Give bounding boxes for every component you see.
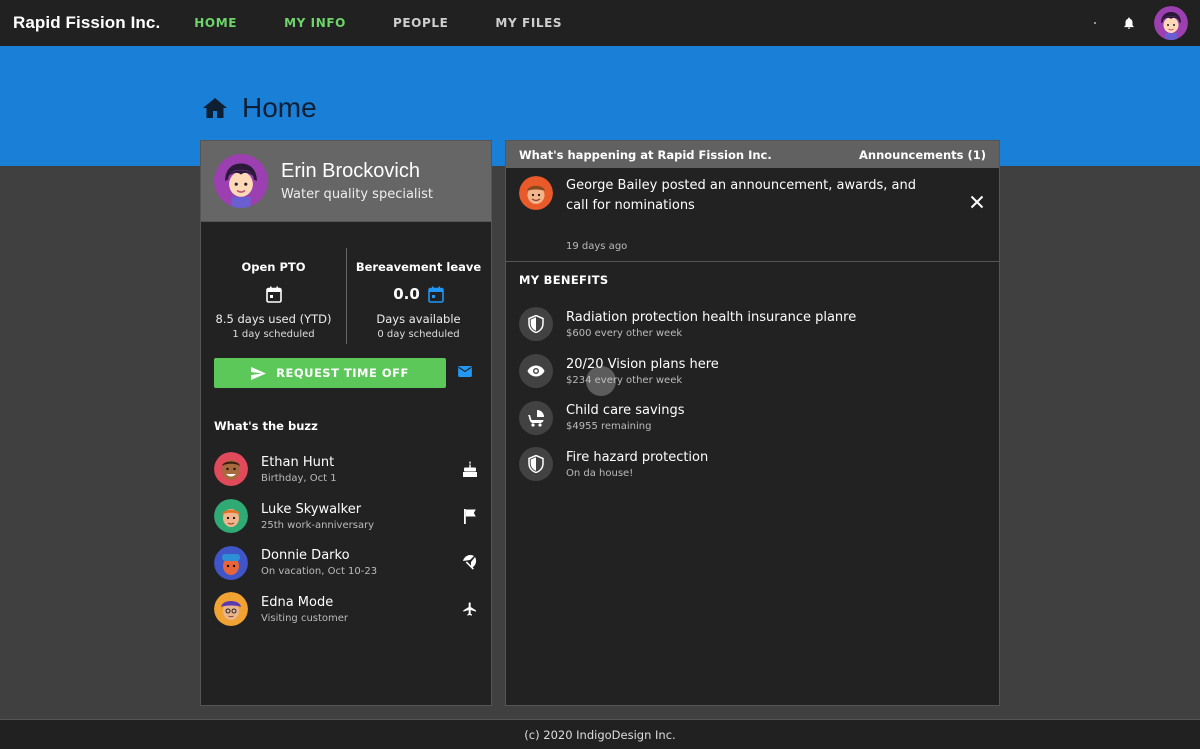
benefit-name: 20/20 Vision plans here bbox=[566, 356, 719, 372]
shield-icon bbox=[519, 447, 553, 482]
benefits-title: MY BENEFITS bbox=[519, 273, 609, 287]
main-nav: HOME MY INFO PEOPLE MY FILES bbox=[194, 16, 609, 30]
buzz-title: What's the buzz bbox=[214, 419, 318, 433]
announcement-item[interactable]: George Bailey posted an announcement, aw… bbox=[506, 168, 999, 262]
close-icon[interactable] bbox=[970, 195, 984, 209]
open-pto-title: Open PTO bbox=[241, 260, 306, 274]
list-item[interactable]: Edna Mode Visiting customer bbox=[214, 586, 478, 633]
buzz-detail: Birthday, Oct 1 bbox=[261, 472, 337, 484]
nav-my-info[interactable]: MY INFO bbox=[284, 16, 346, 30]
pto-summary: Open PTO 8.5 days used (YTD) 1 day sched… bbox=[201, 248, 491, 344]
calendar-icon bbox=[265, 286, 282, 303]
happening-header: What's happening at Rapid Fission Inc. A… bbox=[506, 141, 999, 168]
profile-card: Erin Brockovich Water quality specialist… bbox=[200, 140, 492, 706]
open-pto-used: 8.5 days used (YTD) bbox=[215, 312, 332, 326]
open-pto: Open PTO 8.5 days used (YTD) 1 day sched… bbox=[201, 248, 346, 344]
buzz-detail: 25th work-anniversary bbox=[261, 519, 375, 531]
beach-umbrella-icon bbox=[462, 554, 478, 570]
bereavement-available: Days available bbox=[376, 312, 461, 326]
nav-home[interactable]: HOME bbox=[194, 16, 237, 30]
buzz-detail: Visiting customer bbox=[261, 612, 349, 624]
buzz-name: Donnie Darko bbox=[261, 548, 350, 564]
page-header: Home bbox=[202, 92, 317, 124]
brand-name[interactable]: Rapid Fission Inc. bbox=[13, 13, 160, 33]
list-item[interactable]: Radiation protection health insurance pl… bbox=[519, 301, 856, 348]
buzz-list: Ethan Hunt Birthday, Oct 1 Luke Skywalke… bbox=[214, 446, 478, 633]
mail-icon[interactable] bbox=[458, 366, 472, 377]
nav-my-files[interactable]: MY FILES bbox=[495, 16, 562, 30]
list-item[interactable]: Child care savings $4955 remaining bbox=[519, 394, 856, 441]
announcement-time: 19 days ago bbox=[566, 241, 628, 252]
page-title: Home bbox=[242, 92, 317, 123]
home-icon bbox=[202, 97, 228, 119]
send-icon bbox=[251, 366, 276, 380]
pto-divider bbox=[346, 248, 347, 344]
user-avatar[interactable] bbox=[1154, 6, 1188, 40]
top-navbar: Rapid Fission Inc. HOME MY INFO PEOPLE M… bbox=[0, 0, 1200, 46]
list-item[interactable]: Fire hazard protection On da house! bbox=[519, 441, 856, 488]
shield-icon bbox=[519, 307, 553, 342]
list-item[interactable]: 20/20 Vision plans here $234 every other… bbox=[519, 348, 856, 395]
happening-title: What's happening at Rapid Fission Inc. bbox=[519, 147, 772, 162]
nav-people[interactable]: PEOPLE bbox=[393, 16, 448, 30]
profile-name: Erin Brockovich bbox=[281, 160, 420, 182]
list-item[interactable]: Donnie Darko On vacation, Oct 10-23 bbox=[214, 539, 478, 586]
benefits-list: Radiation protection health insurance pl… bbox=[519, 301, 856, 488]
notifications-bell-icon[interactable] bbox=[1122, 16, 1136, 30]
airplane-icon bbox=[462, 601, 478, 617]
bereavement-title: Bereavement leave bbox=[355, 260, 482, 274]
benefit-detail: $4955 remaining bbox=[566, 421, 652, 433]
avatar bbox=[214, 545, 248, 580]
request-time-off-button[interactable]: REQUEST TIME OFF bbox=[214, 358, 446, 388]
bereavement-leave: Bereavement leave 0.0 Days available 0 d… bbox=[346, 248, 491, 344]
calendar-icon[interactable] bbox=[427, 286, 444, 303]
avatar bbox=[214, 452, 248, 487]
avatar bbox=[214, 592, 248, 627]
footer: (c) 2020 IndigoDesign Inc. bbox=[0, 719, 1200, 749]
cursor-ripple bbox=[586, 366, 616, 396]
benefit-name: Fire hazard protection bbox=[566, 449, 709, 465]
buzz-detail: On vacation, Oct 10-23 bbox=[261, 566, 378, 578]
buzz-name: Edna Mode bbox=[261, 594, 334, 610]
avatar bbox=[519, 176, 553, 210]
profile-header: Erin Brockovich Water quality specialist bbox=[201, 141, 491, 222]
profile-avatar bbox=[214, 154, 268, 208]
stroller-icon bbox=[519, 400, 553, 435]
buzz-name: Luke Skywalker bbox=[261, 501, 362, 517]
announcement-text: George Bailey posted an announcement, aw… bbox=[566, 178, 916, 213]
bereavement-value: 0.0 bbox=[393, 285, 420, 303]
profile-role: Water quality specialist bbox=[281, 187, 434, 202]
benefit-detail: On da house! bbox=[566, 467, 634, 479]
request-time-off-label: REQUEST TIME OFF bbox=[276, 366, 409, 380]
benefit-name: Radiation protection health insurance pl… bbox=[566, 309, 857, 325]
bereavement-scheduled: 0 day scheduled bbox=[377, 329, 460, 340]
list-item[interactable]: Ethan Hunt Birthday, Oct 1 bbox=[214, 446, 478, 493]
announcements-count[interactable]: Announcements (1) bbox=[859, 148, 986, 162]
flag-icon bbox=[462, 508, 478, 524]
benefit-detail: $600 every other week bbox=[566, 327, 683, 339]
benefit-name: Child care savings bbox=[566, 403, 685, 419]
cake-icon bbox=[462, 461, 478, 477]
dot-indicator bbox=[1094, 22, 1096, 24]
top-right-actions bbox=[1094, 6, 1188, 40]
avatar bbox=[214, 499, 248, 534]
buzz-name: Ethan Hunt bbox=[261, 454, 335, 470]
open-pto-scheduled: 1 day scheduled bbox=[232, 329, 315, 340]
eye-icon bbox=[519, 354, 553, 389]
list-item[interactable]: Luke Skywalker 25th work-anniversary bbox=[214, 493, 478, 540]
happening-card: What's happening at Rapid Fission Inc. A… bbox=[505, 140, 1000, 706]
